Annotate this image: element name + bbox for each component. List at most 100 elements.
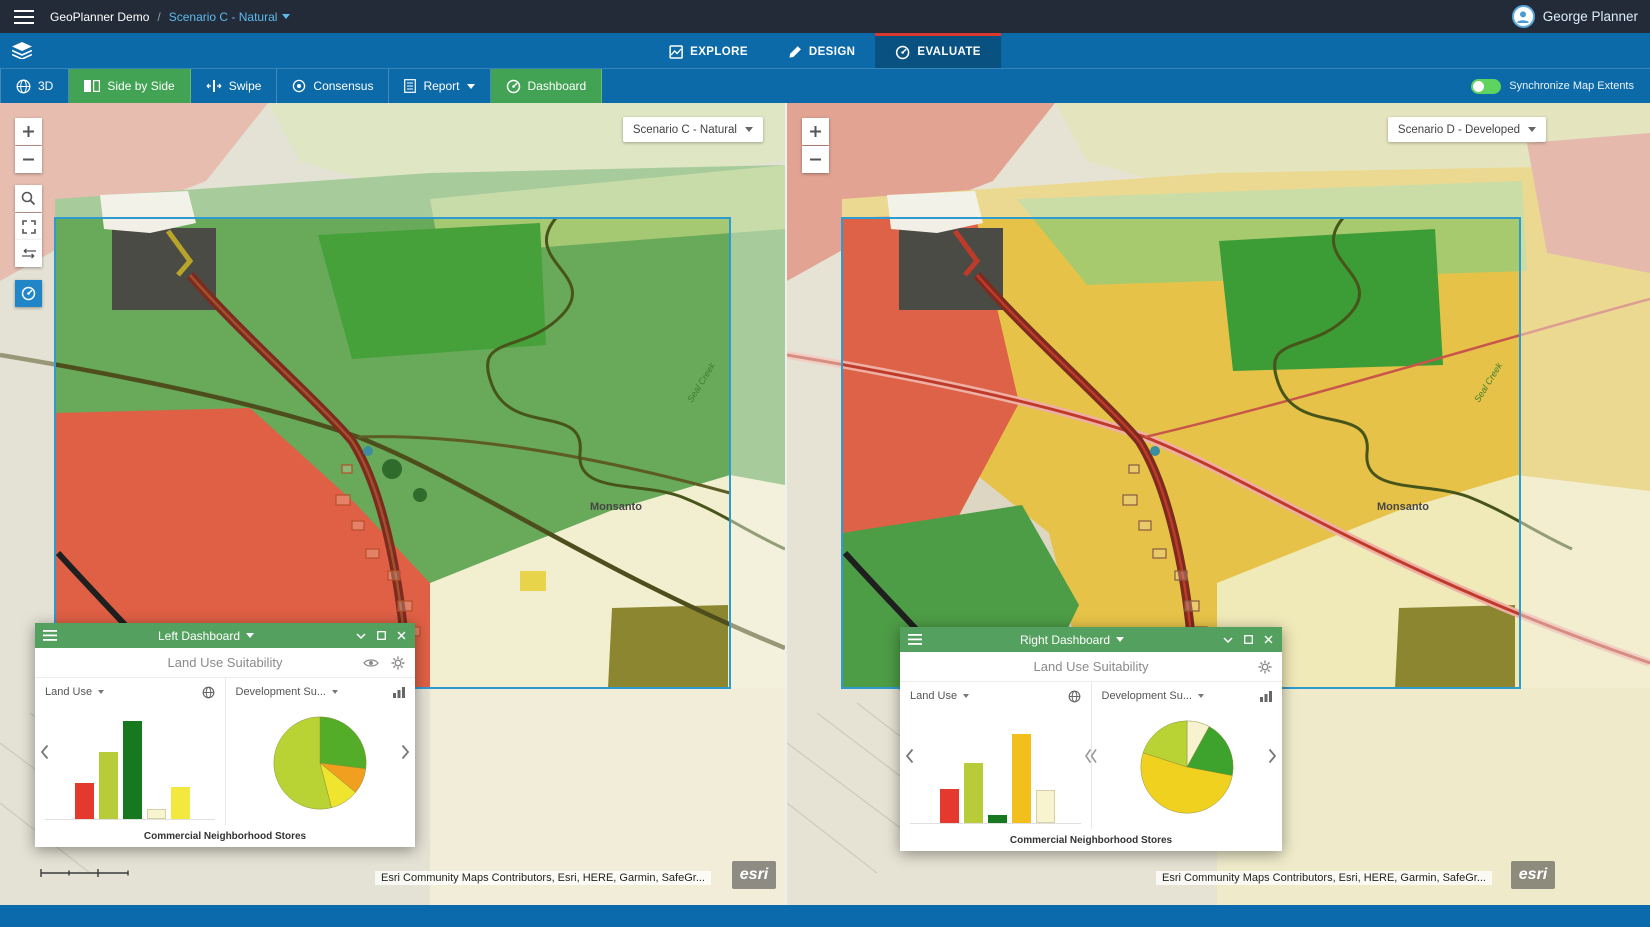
bar-segment bbox=[940, 789, 959, 823]
plus-icon bbox=[809, 125, 822, 138]
app-menu-icon[interactable] bbox=[12, 6, 36, 28]
dashboard-label: Dashboard bbox=[528, 79, 587, 93]
left-dashboard-header[interactable]: Left Dashboard bbox=[35, 623, 415, 648]
globe-icon[interactable] bbox=[1068, 690, 1081, 703]
dashboard-menu-icon[interactable] bbox=[43, 630, 57, 641]
development-suitability-select[interactable]: Development Su... bbox=[236, 686, 339, 698]
caret-down-icon bbox=[745, 127, 753, 132]
esri-logo: esri bbox=[732, 861, 776, 889]
consensus-icon bbox=[292, 79, 306, 93]
search-button[interactable] bbox=[15, 185, 42, 212]
zoom-in-button[interactable] bbox=[802, 118, 829, 145]
swap-extents-button[interactable] bbox=[15, 240, 42, 267]
expand-button[interactable] bbox=[15, 213, 42, 240]
layers-button[interactable] bbox=[0, 33, 44, 68]
right-map[interactable]: Monsanto Seal Creek Scenario D - Develop… bbox=[787, 103, 1650, 905]
right-dashboard-header[interactable]: Right Dashboard bbox=[900, 627, 1282, 652]
chart-caption: Commercial Neighborhood Stores bbox=[35, 825, 415, 847]
carousel-next-icon[interactable] bbox=[1264, 744, 1281, 768]
dashboard-menu-icon[interactable] bbox=[908, 634, 922, 645]
land-use-select[interactable]: Land Use bbox=[45, 686, 104, 698]
breadcrumb-scenario-label: Scenario C - Natural bbox=[169, 10, 278, 24]
right-scenario-select[interactable]: Scenario D - Developed bbox=[1388, 117, 1546, 142]
swipe-icon bbox=[206, 80, 222, 92]
left-scenario-label: Scenario C - Natural bbox=[633, 124, 737, 136]
side-by-side-label: Side by Side bbox=[107, 79, 174, 93]
maximize-icon[interactable] bbox=[1243, 634, 1254, 645]
globe-icon[interactable] bbox=[202, 686, 215, 699]
collapse-icon[interactable] bbox=[1222, 636, 1234, 644]
3d-button[interactable]: 3D bbox=[0, 69, 69, 103]
explore-icon bbox=[669, 45, 683, 59]
visibility-icon[interactable] bbox=[363, 658, 379, 668]
map-dashboard-button[interactable] bbox=[15, 280, 42, 307]
widget-title: Land Use Suitability bbox=[900, 652, 1282, 681]
consensus-button[interactable]: Consensus bbox=[277, 69, 389, 103]
maximize-icon[interactable] bbox=[376, 630, 387, 641]
mode-navbar: EXPLORE DESIGN EVALUATE bbox=[0, 33, 1650, 68]
window-controls bbox=[355, 630, 407, 641]
bar-segment bbox=[988, 815, 1007, 823]
development-suitability-pie-chart bbox=[236, 702, 406, 823]
dashboard-gauge-icon bbox=[21, 286, 36, 301]
esri-logo: esri bbox=[1511, 861, 1555, 889]
design-pencil-icon bbox=[788, 45, 802, 59]
left-map[interactable]: Monsanto Seal Creek Scenario C - Natural… bbox=[0, 103, 785, 905]
column-chart-icon[interactable] bbox=[393, 686, 405, 698]
swipe-button[interactable]: Swipe bbox=[191, 69, 278, 103]
map-label-monsanto: Monsanto bbox=[1377, 501, 1429, 513]
scale-bar bbox=[40, 867, 130, 879]
close-icon[interactable] bbox=[396, 630, 407, 641]
side-by-side-button[interactable]: Side by Side bbox=[69, 69, 190, 103]
bar-segment bbox=[964, 763, 983, 823]
tab-evaluate[interactable]: EVALUATE bbox=[875, 33, 1000, 68]
zoom-out-button[interactable] bbox=[15, 146, 42, 173]
sync-extents-control: Synchronize Map Extents bbox=[1471, 69, 1650, 103]
plus-icon bbox=[22, 125, 35, 138]
tab-evaluate-label: EVALUATE bbox=[917, 46, 980, 58]
column-chart-icon[interactable] bbox=[1260, 690, 1272, 702]
chart-caption: Commercial Neighborhood Stores bbox=[900, 829, 1282, 851]
map-label-monsanto: Monsanto bbox=[590, 501, 642, 513]
breadcrumb-scenario-dropdown[interactable]: Scenario C - Natural bbox=[169, 10, 291, 24]
gear-icon[interactable] bbox=[1258, 660, 1272, 674]
user-menu[interactable]: George Planner bbox=[1512, 5, 1638, 28]
user-name: George Planner bbox=[1543, 9, 1638, 24]
tab-explore[interactable]: EXPLORE bbox=[649, 33, 768, 68]
zoom-in-button[interactable] bbox=[15, 118, 42, 145]
gear-icon[interactable] bbox=[391, 656, 405, 670]
collapse-icon[interactable] bbox=[355, 632, 367, 640]
collapse-double-chevron-left-icon[interactable] bbox=[1081, 744, 1102, 768]
tab-design[interactable]: DESIGN bbox=[768, 33, 876, 68]
pie-chart bbox=[272, 715, 368, 811]
zoom-out-button[interactable] bbox=[802, 146, 829, 173]
bar-segment bbox=[1012, 734, 1031, 823]
development-suitability-select[interactable]: Development Su... bbox=[1102, 690, 1205, 702]
bar-segment bbox=[147, 809, 166, 819]
bar-segment bbox=[123, 721, 142, 819]
app-header: GeoPlanner Demo / Scenario C - Natural G… bbox=[0, 0, 1650, 33]
minus-icon bbox=[22, 153, 35, 166]
side-by-side-icon bbox=[84, 80, 100, 92]
land-use-select[interactable]: Land Use bbox=[910, 690, 969, 702]
close-icon[interactable] bbox=[1263, 634, 1274, 645]
carousel-previous-icon[interactable] bbox=[36, 740, 53, 764]
left-scenario-select[interactable]: Scenario C - Natural bbox=[623, 117, 763, 142]
toggle-knob bbox=[1473, 81, 1484, 92]
dashboard-button[interactable]: Dashboard bbox=[491, 69, 603, 103]
sync-extents-toggle[interactable] bbox=[1471, 79, 1501, 94]
breadcrumb-separator: / bbox=[157, 10, 160, 24]
breadcrumb-root[interactable]: GeoPlanner Demo bbox=[50, 10, 149, 24]
caret-down-icon bbox=[1528, 127, 1536, 132]
tab-design-label: DESIGN bbox=[809, 46, 856, 58]
dashboard-title-dropdown[interactable]: Right Dashboard bbox=[930, 633, 1214, 647]
pie-slice bbox=[320, 716, 366, 768]
carousel-previous-icon[interactable] bbox=[901, 744, 918, 768]
report-button[interactable]: Report bbox=[389, 69, 490, 103]
map-compare-area: Monsanto Seal Creek Scenario C - Natural… bbox=[0, 103, 1650, 905]
pie-chart bbox=[1139, 719, 1235, 815]
dashboard-title: Left Dashboard bbox=[158, 629, 240, 643]
dashboard-title-dropdown[interactable]: Left Dashboard bbox=[65, 629, 347, 643]
tab-explore-label: EXPLORE bbox=[690, 46, 748, 58]
carousel-next-icon[interactable] bbox=[397, 740, 414, 764]
